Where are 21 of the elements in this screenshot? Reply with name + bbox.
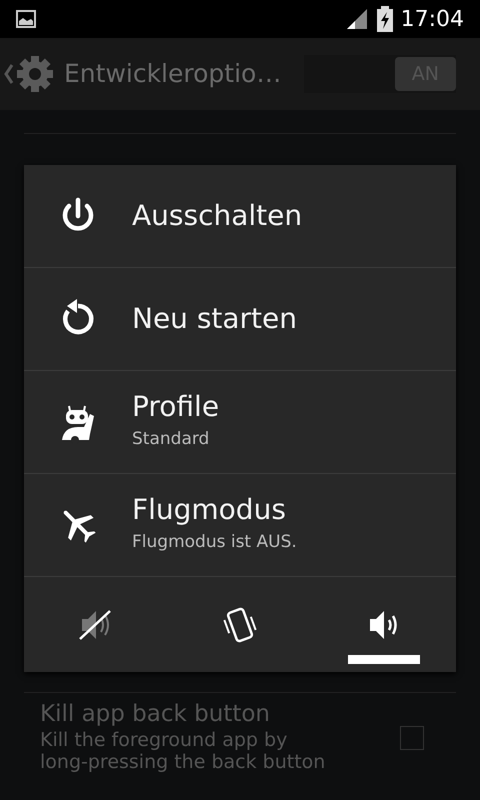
menu-item-status: Flugmodus ist AUS.: [132, 531, 297, 554]
signal-icon: [344, 7, 369, 31]
screen-title: Entwickleroptio…: [64, 58, 282, 90]
menu-item-status: Standard: [132, 428, 210, 452]
image-icon: [16, 9, 36, 29]
settings-gear-icon: [14, 53, 56, 95]
menu-item-label: Flugmodus: [132, 494, 287, 526]
checkbox[interactable]: [400, 726, 424, 750]
back-chevron-icon: [4, 63, 14, 85]
setting-title: Kill app back button: [40, 701, 271, 729]
power-menu-item[interactable]: Ausschalten: [24, 165, 456, 268]
battery-charging-icon: [376, 6, 393, 32]
setting-summary: Kill the foreground app by long-pressing the back button: [40, 728, 326, 774]
up-button[interactable]: [4, 53, 56, 95]
menu-item-label: Ausschalten: [132, 200, 302, 232]
status-time: 17:04: [400, 6, 464, 34]
menu-item-label: Profile: [132, 391, 220, 424]
menu-item-label: Neu starten: [132, 302, 298, 336]
power-menu-item[interactable]: Flugmodus Flugmodus ist AUS.: [24, 474, 456, 577]
power-menu-item[interactable]: Profile Standard: [24, 371, 456, 474]
power-menu-item[interactable]: Neu starten: [24, 268, 456, 371]
